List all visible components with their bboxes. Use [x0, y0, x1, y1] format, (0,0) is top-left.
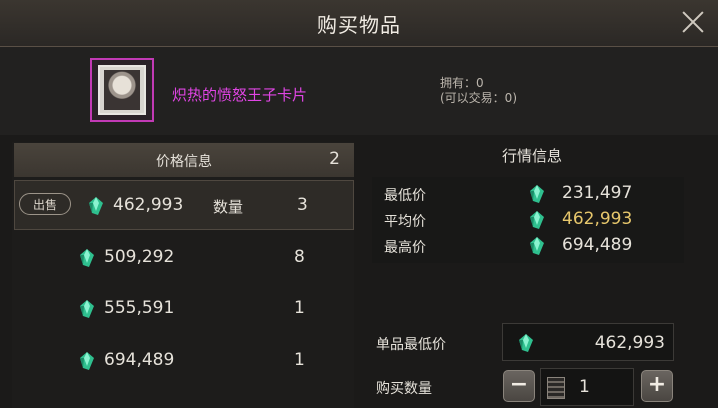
market-row-min: 最低价 231,497: [372, 181, 684, 207]
quantity-input[interactable]: 1: [540, 368, 634, 406]
decrease-quantity-button[interactable]: −: [503, 370, 535, 402]
character-portrait-icon: [104, 70, 140, 110]
green-gem-icon: [530, 185, 544, 203]
row-qty: 3: [297, 195, 308, 215]
unit-min-price-value: 462,993: [594, 333, 665, 353]
item-card-icon[interactable]: [90, 58, 154, 122]
sell-button[interactable]: 出售: [19, 193, 71, 215]
price-row[interactable]: 694,489 1: [14, 336, 354, 386]
market-row-avg: 平均价 462,993: [372, 207, 684, 233]
green-gem-icon: [519, 334, 533, 352]
row-price: 509,292: [104, 247, 175, 267]
row-qty-label: 数量: [213, 198, 244, 216]
row-qty: 8: [294, 247, 305, 267]
green-gem-icon: [80, 300, 94, 318]
price-row[interactable]: 555,591 1: [14, 284, 354, 334]
tradable-count: (可以交易：0): [440, 91, 517, 105]
market-value: 694,489: [562, 235, 633, 255]
increase-quantity-button[interactable]: +: [641, 370, 673, 402]
price-row[interactable]: 509,292 8: [14, 233, 354, 283]
market-value: 462,993: [562, 209, 633, 229]
green-gem-icon: [530, 237, 544, 255]
row-price: 694,489: [104, 350, 175, 370]
green-gem-icon: [530, 211, 544, 229]
row-price: 462,993: [113, 195, 184, 215]
unit-min-price-field: 462,993: [502, 323, 674, 361]
market-label: 最低价: [384, 188, 426, 204]
row-qty: 1: [294, 298, 305, 318]
market-info-title: 行情信息: [501, 147, 562, 165]
dialog-titlebar: 购买物品: [0, 0, 718, 47]
card-portrait-frame: [98, 65, 146, 115]
ownership-info: 拥有：0 (可以交易：0): [440, 76, 517, 106]
dialog-title: 购买物品: [317, 13, 401, 37]
unit-min-price-label: 单品最低价: [376, 337, 446, 353]
market-row-max: 最高价 694,489: [372, 233, 684, 259]
keypad-icon[interactable]: [547, 377, 565, 399]
row-qty: 1: [294, 350, 305, 370]
close-icon[interactable]: [680, 9, 706, 35]
market-label: 平均价: [384, 214, 426, 230]
item-name: 炽热的愤怒王子卡片: [172, 86, 308, 104]
price-info-header: 价格信息 2: [14, 143, 354, 177]
price-info-title: 价格信息: [156, 154, 212, 170]
price-info-count: 2: [329, 149, 340, 169]
price-row[interactable]: 出售 462,993 数量 3: [14, 180, 354, 230]
owned-count: 拥有：0: [440, 76, 484, 90]
quantity-value: 1: [579, 377, 590, 397]
market-value: 231,497: [562, 183, 633, 203]
market-info-box: 最低价 231,497 平均价 462,993 最高价 694,489: [372, 177, 684, 263]
green-gem-icon: [80, 249, 94, 267]
green-gem-icon: [80, 352, 94, 370]
market-label: 最高价: [384, 240, 426, 256]
row-price: 555,591: [104, 298, 175, 318]
buy-quantity-label: 购买数量: [376, 381, 432, 397]
green-gem-icon: [89, 197, 103, 215]
